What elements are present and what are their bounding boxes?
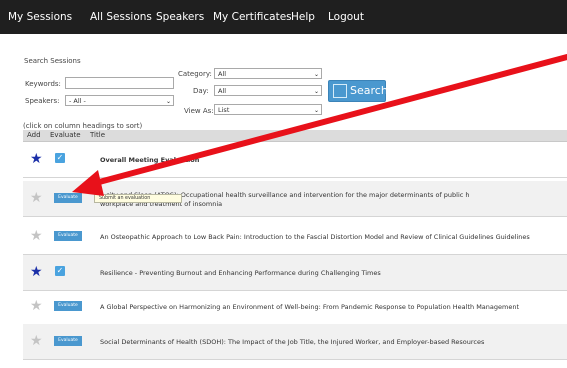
search-button[interactable]: Search bbox=[328, 80, 388, 102]
viewas-select-value: List bbox=[218, 106, 230, 114]
search-heading: Search Sessions bbox=[24, 57, 81, 65]
evaluation-tooltip: Submit an evaluation bbox=[94, 194, 182, 203]
chevron-down-icon: ⌄ bbox=[313, 107, 319, 114]
category-select-value: All bbox=[218, 70, 227, 78]
column-header-evaluate[interactable]: Evaluate bbox=[50, 130, 81, 141]
nav-help[interactable]: Help bbox=[291, 0, 315, 34]
table-row: ★ Evaluate A Global Perspective on Harmoni… bbox=[23, 289, 567, 325]
chevron-down-icon: ⌄ bbox=[313, 71, 319, 78]
evaluate-button[interactable]: Evaluate bbox=[54, 336, 82, 346]
star-empty-icon[interactable]: ★ bbox=[30, 334, 43, 348]
nav-my-sessions[interactable]: My Sessions bbox=[8, 0, 72, 34]
nav-all-sessions[interactable]: All Sessions bbox=[90, 0, 152, 34]
day-label: Day: bbox=[193, 87, 209, 95]
viewas-label: View As: bbox=[184, 107, 214, 115]
session-title-line1: An Osteopathic Approach to Low Back Pain… bbox=[100, 233, 530, 241]
session-title[interactable]: Overall Meeting Evaluation bbox=[100, 142, 567, 178]
category-select[interactable]: All ⌄ bbox=[214, 68, 322, 79]
evaluate-button[interactable]: Evaluate bbox=[54, 231, 82, 241]
search-button-label: Search bbox=[350, 84, 388, 97]
evaluate-button[interactable]: Evaluate bbox=[54, 193, 82, 203]
nav-speakers[interactable]: Speakers bbox=[156, 0, 204, 34]
column-header-add[interactable]: Add bbox=[27, 130, 41, 141]
speakers-label: Speakers: bbox=[25, 97, 60, 105]
speakers-select[interactable]: - All - ⌄ bbox=[65, 95, 174, 106]
star-empty-icon[interactable]: ★ bbox=[30, 229, 43, 243]
search-icon bbox=[333, 84, 347, 98]
category-label: Category: bbox=[178, 70, 212, 78]
star-filled-icon[interactable]: ★ bbox=[30, 152, 43, 166]
sort-hint: (click on column headings to sort) bbox=[23, 122, 143, 130]
keywords-label: Keywords: bbox=[25, 80, 61, 88]
nav-my-certificates[interactable]: My Certificates bbox=[213, 0, 292, 34]
session-title-line1: Overall Meeting Evaluation bbox=[100, 156, 200, 164]
session-title[interactable]: An Osteopathic Approach to Low Back Pain… bbox=[100, 219, 567, 255]
speakers-select-value: - All - bbox=[69, 97, 86, 105]
session-title[interactable]: A Global Perspective on Harmonizing an E… bbox=[100, 289, 567, 325]
column-header-title[interactable]: Title bbox=[90, 130, 105, 141]
table-row: ★ ✓ Resilience - Preventing Burnout and En… bbox=[23, 255, 567, 291]
viewas-select[interactable]: List ⌄ bbox=[214, 104, 322, 115]
star-empty-icon[interactable]: ★ bbox=[30, 299, 43, 313]
chevron-down-icon: ⌄ bbox=[313, 88, 319, 95]
star-empty-icon[interactable]: ★ bbox=[30, 191, 43, 205]
evaluate-button[interactable]: Evaluate bbox=[54, 301, 82, 311]
table-row: ★ Evaluate An Osteopathic Approach to Low … bbox=[23, 219, 567, 255]
table-row: ★ Evaluate Social Determinants of Health (… bbox=[23, 324, 567, 360]
session-title[interactable]: Resilience - Preventing Burnout and Enha… bbox=[100, 255, 567, 291]
evaluated-check-icon: ✓ bbox=[55, 266, 65, 276]
top-navigation-bar: My Sessions All Sessions Speakers My Cer… bbox=[0, 0, 567, 34]
star-filled-icon[interactable]: ★ bbox=[30, 265, 43, 279]
session-title[interactable]: Social Determinants of Health (SDOH): Th… bbox=[100, 324, 567, 360]
session-title-line1: Social Determinants of Health (SDOH): Th… bbox=[100, 338, 485, 346]
table-header: Add Evaluate Title bbox=[23, 130, 567, 142]
day-select-value: All bbox=[218, 87, 227, 95]
evaluated-check-icon: ✓ bbox=[55, 153, 65, 163]
session-title-line1: A Global Perspective on Harmonizing an E… bbox=[100, 303, 520, 311]
day-select[interactable]: All ⌄ bbox=[214, 85, 322, 96]
nav-logout[interactable]: Logout bbox=[328, 0, 364, 34]
chevron-down-icon: ⌄ bbox=[165, 98, 171, 105]
table-row: ★ ✓ Overall Meeting Evaluation bbox=[23, 142, 567, 178]
keywords-input[interactable] bbox=[65, 77, 174, 89]
session-title-line1: Resilience - Preventing Burnout and Enha… bbox=[100, 269, 381, 277]
